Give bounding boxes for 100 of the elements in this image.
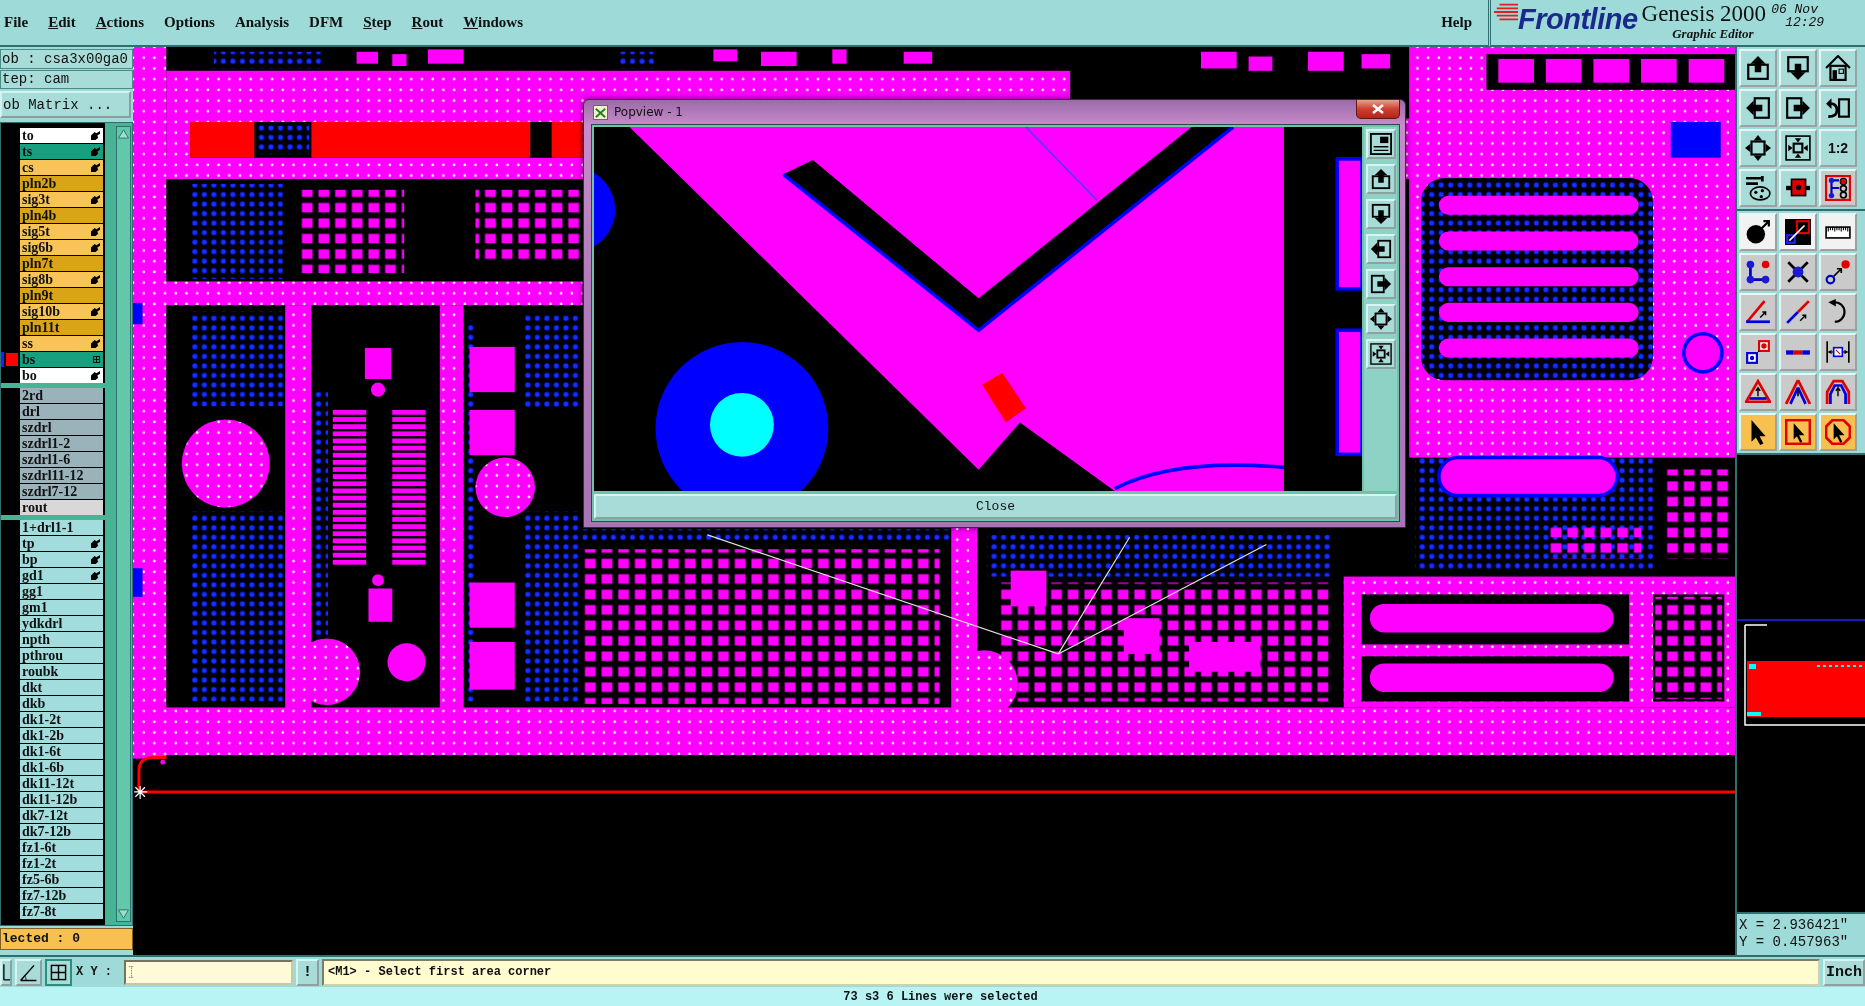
logo-text: Frontline: [1518, 3, 1638, 35]
expand-arrows-icon: [1369, 308, 1392, 330]
layer-item[interactable]: tp: [20, 536, 103, 551]
smd-pad: [1123, 618, 1160, 654]
house-icon: [1825, 55, 1851, 81]
layer-item[interactable]: to: [20, 128, 103, 143]
layer-item[interactable]: szdrl7-12: [20, 484, 103, 499]
layer-item[interactable]: szdrl1-2: [20, 436, 103, 451]
layer-item[interactable]: pthrou: [20, 648, 103, 663]
layer-item[interactable]: pln2b: [20, 176, 103, 191]
layer-item[interactable]: dk7-12b: [20, 824, 103, 839]
smd-pad: [469, 346, 515, 393]
layer-item[interactable]: dkb: [20, 696, 103, 711]
smd-pad: [1670, 121, 1721, 158]
smd-pad: [1308, 51, 1344, 71]
status-message: 73 s3 6 Lines were selected: [843, 990, 1038, 1004]
box-arrow-right-icon: [1369, 273, 1392, 295]
layer-item[interactable]: cs: [20, 160, 103, 175]
layer-item[interactable]: bs: [20, 352, 103, 367]
line-icon: [2, 963, 10, 981]
layer-item[interactable]: sig3t: [20, 192, 103, 207]
layer-item[interactable]: fz7-8t: [20, 904, 103, 919]
help-menu[interactable]: Help: [1437, 11, 1476, 34]
layer-item[interactable]: sig6b: [20, 240, 103, 255]
round-pad: [475, 457, 535, 518]
layer-item[interactable]: bo: [20, 368, 103, 383]
compress-arrows-icon: [1785, 135, 1811, 161]
layer-item[interactable]: pln4b: [20, 208, 103, 223]
smd-pad: [469, 582, 515, 628]
smd-pad: [760, 51, 797, 67]
job-name: ob : csa3x00ga0: [0, 49, 133, 69]
product-name: Genesis 2000: [1641, 3, 1767, 25]
units-button[interactable]: Inch: [1823, 958, 1865, 986]
layer-item[interactable]: rout: [20, 500, 103, 515]
layer-item[interactable]: szdrl: [20, 420, 103, 435]
layer-item[interactable]: dk7-12t: [20, 808, 103, 823]
toolbar-button[interactable]: [45, 958, 72, 986]
layer-item[interactable]: gm1: [20, 600, 103, 615]
layer-item[interactable]: ss: [20, 336, 103, 351]
layer-item[interactable]: 1+drl1-1: [20, 520, 103, 535]
menu-item[interactable]: Step: [359, 11, 396, 34]
layer-item[interactable]: sig10b: [20, 304, 103, 319]
layer-item[interactable]: dk1-6t: [20, 744, 103, 759]
layer-item[interactable]: gg1: [20, 584, 103, 599]
layer-item[interactable]: dk1-2t: [20, 712, 103, 727]
cross-node-icon: [1785, 259, 1811, 285]
smd-pad: [469, 642, 515, 690]
product-subtitle: Graphic Editor: [1672, 25, 1754, 43]
layer-item[interactable]: fz5-6b: [20, 872, 103, 887]
layer-item[interactable]: 2rd: [20, 388, 103, 403]
window-close-button[interactable]: [1356, 100, 1400, 119]
triangle-icon: [1745, 379, 1771, 405]
job-matrix-button[interactable]: ob Matrix ...: [0, 91, 131, 118]
layer-item[interactable]: dk1-2b: [20, 728, 103, 743]
selected-count: lected : 0: [0, 928, 133, 950]
menu-item[interactable]: DFM: [305, 11, 348, 34]
layer-item[interactable]: sig5t: [20, 224, 103, 239]
layer-item[interactable]: szdrl1-6: [20, 452, 103, 467]
layer-item[interactable]: bp: [20, 552, 103, 567]
date-text: 06 Nov: [1771, 3, 1819, 16]
layer-item[interactable]: fz1-2t: [20, 856, 103, 871]
layer-item[interactable]: dk11-12t: [20, 776, 103, 791]
layer-item[interactable]: fz1-6t: [20, 840, 103, 855]
alert-button[interactable]: !: [296, 958, 319, 986]
menu-item[interactable]: Windows: [459, 11, 528, 34]
layer-item[interactable]: pln11t: [20, 320, 103, 335]
layer-item[interactable]: dk11-12b: [20, 792, 103, 807]
layer-item[interactable]: gd1: [20, 568, 103, 583]
layer-item[interactable]: dkt: [20, 680, 103, 695]
layer-item[interactable]: sig8b: [20, 272, 103, 287]
layer-item[interactable]: pln7t: [20, 256, 103, 271]
scale-button[interactable]: 1:2: [1819, 129, 1857, 167]
smd-pad: [1361, 54, 1391, 69]
layer-item[interactable]: drl: [20, 404, 103, 419]
edge-pad: [133, 568, 143, 597]
squares-arrow-icon: [1745, 339, 1771, 365]
layer-item[interactable]: roubk: [20, 664, 103, 679]
layer-item[interactable]: pln9t: [20, 288, 103, 303]
menu-item[interactable]: Analysis: [230, 11, 294, 34]
layer-item[interactable]: szdrl11-12: [20, 468, 103, 483]
input-field[interactable]: [124, 959, 293, 985]
ruler-icon: [1825, 225, 1851, 239]
close-button[interactable]: Close: [594, 494, 1397, 519]
box-arrow-right-icon: [1785, 95, 1811, 121]
layer-item[interactable]: npth: [20, 632, 103, 647]
layer-item[interactable]: fz7-12b: [20, 888, 103, 903]
menu-item[interactable]: File: [0, 11, 33, 34]
box-arrow-left-icon: [1745, 95, 1771, 121]
scroll-down-icon: [118, 909, 129, 919]
layer-item[interactable]: ydkdrl: [20, 616, 103, 631]
scrollbar[interactable]: [116, 126, 131, 922]
layer-item[interactable]: ts: [20, 144, 103, 159]
menu-item[interactable]: Options: [160, 11, 219, 34]
menu-item[interactable]: Rout: [407, 11, 448, 34]
layer-item[interactable]: dk1-6b: [20, 760, 103, 775]
box-arrow-up-icon: [1369, 168, 1392, 190]
menu-item[interactable]: Actions: [91, 11, 149, 34]
connected-nodes-icon: [1745, 259, 1771, 285]
scroll-up-icon: [118, 129, 129, 139]
menu-item[interactable]: Edit: [44, 11, 80, 34]
